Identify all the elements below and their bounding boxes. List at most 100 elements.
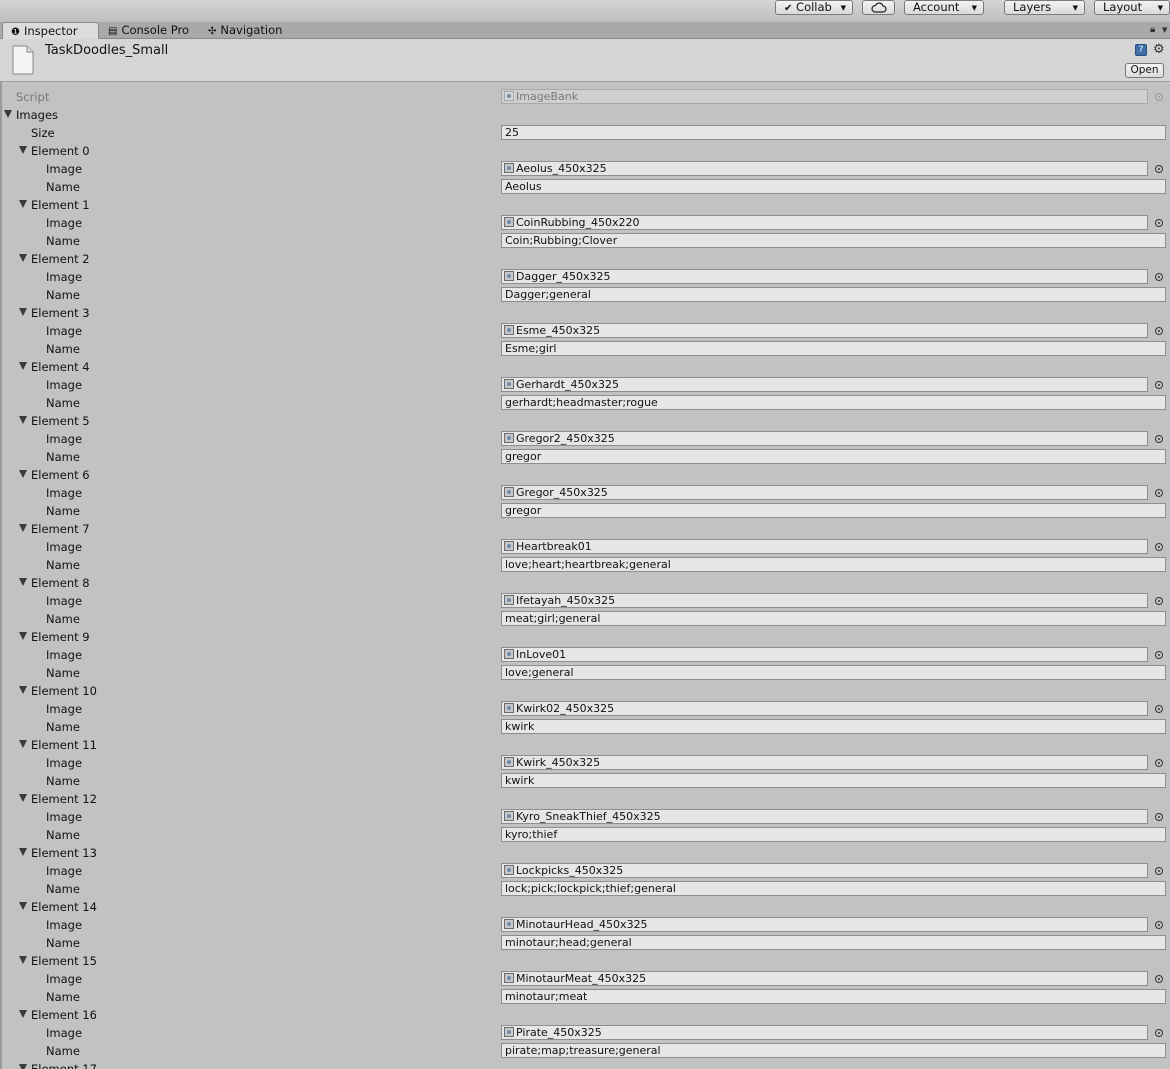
tab-inspector[interactable]: ❶ Inspector [2, 22, 99, 40]
image-object-field[interactable]: Gregor_450x325 [501, 485, 1148, 500]
object-picker-icon[interactable] [1155, 759, 1163, 767]
object-picker-icon[interactable] [1155, 867, 1163, 875]
tab-console-pro[interactable]: ▤ Console Pro [100, 22, 200, 39]
foldout-arrow-icon[interactable] [19, 146, 27, 154]
foldout-arrow-icon[interactable] [19, 1064, 27, 1069]
element-foldout[interactable]: Element 1 [0, 196, 1170, 214]
object-picker-icon[interactable] [1155, 921, 1163, 929]
foldout-arrow-icon[interactable] [19, 902, 27, 910]
object-picker-icon[interactable] [1155, 1029, 1163, 1037]
collab-dropdown[interactable]: ✔ Collab ▼ [775, 0, 853, 15]
object-picker-icon[interactable] [1155, 705, 1163, 713]
element-foldout[interactable]: Element 16 [0, 1006, 1170, 1024]
layers-dropdown[interactable]: Layers ▼ [1004, 0, 1085, 15]
name-input[interactable]: minotaur;head;general [501, 935, 1166, 950]
element-foldout[interactable]: Element 6 [0, 466, 1170, 484]
help-icon[interactable]: ? [1135, 44, 1147, 56]
image-object-field[interactable]: Kwirk_450x325 [501, 755, 1148, 770]
element-foldout[interactable]: Element 8 [0, 574, 1170, 592]
foldout-arrow-icon[interactable] [19, 686, 27, 694]
name-input[interactable]: kyro;thief [501, 827, 1166, 842]
name-input[interactable]: Coin;Rubbing;Clover [501, 233, 1166, 248]
foldout-arrow-icon[interactable] [19, 578, 27, 586]
name-input[interactable]: meat;girl;general [501, 611, 1166, 626]
lock-icon[interactable]: 🔒︎ [1150, 24, 1155, 35]
element-foldout[interactable]: Element 13 [0, 844, 1170, 862]
image-object-field[interactable]: Gerhardt_450x325 [501, 377, 1148, 392]
object-picker-icon[interactable] [1155, 219, 1163, 227]
object-picker-icon[interactable] [1155, 651, 1163, 659]
object-picker-icon[interactable] [1155, 273, 1163, 281]
foldout-arrow-icon[interactable] [19, 632, 27, 640]
element-foldout[interactable]: Element 0 [0, 142, 1170, 160]
foldout-arrow-icon[interactable] [19, 416, 27, 424]
image-object-field[interactable]: MinotaurHead_450x325 [501, 917, 1148, 932]
foldout-arrow-icon[interactable] [19, 254, 27, 262]
object-picker-icon[interactable] [1155, 813, 1163, 821]
image-object-field[interactable]: Ifetayah_450x325 [501, 593, 1148, 608]
cloud-button[interactable] [862, 0, 895, 15]
element-foldout[interactable]: Element 10 [0, 682, 1170, 700]
image-object-field[interactable]: Esme_450x325 [501, 323, 1148, 338]
foldout-arrow-icon[interactable] [19, 740, 27, 748]
name-input[interactable]: gerhardt;headmaster;rogue [501, 395, 1166, 410]
element-foldout[interactable]: Element 3 [0, 304, 1170, 322]
object-picker-icon[interactable] [1155, 381, 1163, 389]
image-object-field[interactable]: InLove01 [501, 647, 1148, 662]
name-input[interactable]: kwirk [501, 719, 1166, 734]
size-input[interactable]: 25 [501, 125, 1166, 140]
name-input[interactable]: love;general [501, 665, 1166, 680]
object-picker-icon[interactable] [1155, 543, 1163, 551]
images-row[interactable]: Images [0, 106, 1170, 124]
foldout-arrow-icon[interactable] [19, 470, 27, 478]
open-button[interactable]: Open [1125, 63, 1164, 78]
image-object-field[interactable]: Kwirk02_450x325 [501, 701, 1148, 716]
object-picker-icon[interactable] [1155, 597, 1163, 605]
element-foldout[interactable]: Element 11 [0, 736, 1170, 754]
foldout-arrow-icon[interactable] [19, 848, 27, 856]
element-foldout[interactable]: Element 14 [0, 898, 1170, 916]
image-object-field[interactable]: Pirate_450x325 [501, 1025, 1148, 1040]
name-input[interactable]: lock;pick;lockpick;thief;general [501, 881, 1166, 896]
name-input[interactable]: kwirk [501, 773, 1166, 788]
foldout-arrow-icon[interactable] [19, 794, 27, 802]
element-foldout[interactable]: Element 4 [0, 358, 1170, 376]
foldout-arrow-icon[interactable] [19, 524, 27, 532]
object-picker-icon[interactable] [1155, 975, 1163, 983]
element-foldout[interactable]: Element 2 [0, 250, 1170, 268]
image-object-field[interactable]: CoinRubbing_450x220 [501, 215, 1148, 230]
element-foldout[interactable]: Element 7 [0, 520, 1170, 538]
menu-icon[interactable]: ▼ [1162, 26, 1167, 34]
object-picker-icon[interactable] [1155, 165, 1163, 173]
tab-navigation[interactable]: ✣ Navigation [200, 22, 300, 39]
image-object-field[interactable]: Aeolus_450x325 [501, 161, 1148, 176]
element-foldout[interactable]: Element 12 [0, 790, 1170, 808]
layout-dropdown[interactable]: Layout ▼ [1094, 0, 1170, 15]
foldout-arrow-icon[interactable] [19, 362, 27, 370]
name-input[interactable]: minotaur;meat [501, 989, 1166, 1004]
name-input[interactable]: Dagger;general [501, 287, 1166, 302]
image-object-field[interactable]: Gregor2_450x325 [501, 431, 1148, 446]
name-input[interactable]: gregor [501, 449, 1166, 464]
foldout-arrow-icon[interactable] [4, 110, 12, 118]
name-input[interactable]: gregor [501, 503, 1166, 518]
element-foldout[interactable]: Element 5 [0, 412, 1170, 430]
name-input[interactable]: pirate;map;treasure;general [501, 1043, 1166, 1058]
element-foldout[interactable]: Element 17 [0, 1060, 1170, 1069]
name-input[interactable]: Esme;girl [501, 341, 1166, 356]
foldout-arrow-icon[interactable] [19, 200, 27, 208]
image-object-field[interactable]: Lockpicks_450x325 [501, 863, 1148, 878]
image-object-field[interactable]: Heartbreak01 [501, 539, 1148, 554]
name-input[interactable]: love;heart;heartbreak;general [501, 557, 1166, 572]
image-object-field[interactable]: Dagger_450x325 [501, 269, 1148, 284]
element-foldout[interactable]: Element 9 [0, 628, 1170, 646]
name-input[interactable]: Aeolus [501, 179, 1166, 194]
object-picker-icon[interactable] [1155, 327, 1163, 335]
account-dropdown[interactable]: Account ▼ [904, 0, 984, 15]
element-foldout[interactable]: Element 15 [0, 952, 1170, 970]
object-picker-icon[interactable] [1155, 489, 1163, 497]
foldout-arrow-icon[interactable] [19, 1010, 27, 1018]
image-object-field[interactable]: MinotaurMeat_450x325 [501, 971, 1148, 986]
foldout-arrow-icon[interactable] [19, 956, 27, 964]
image-object-field[interactable]: Kyro_SneakThief_450x325 [501, 809, 1148, 824]
